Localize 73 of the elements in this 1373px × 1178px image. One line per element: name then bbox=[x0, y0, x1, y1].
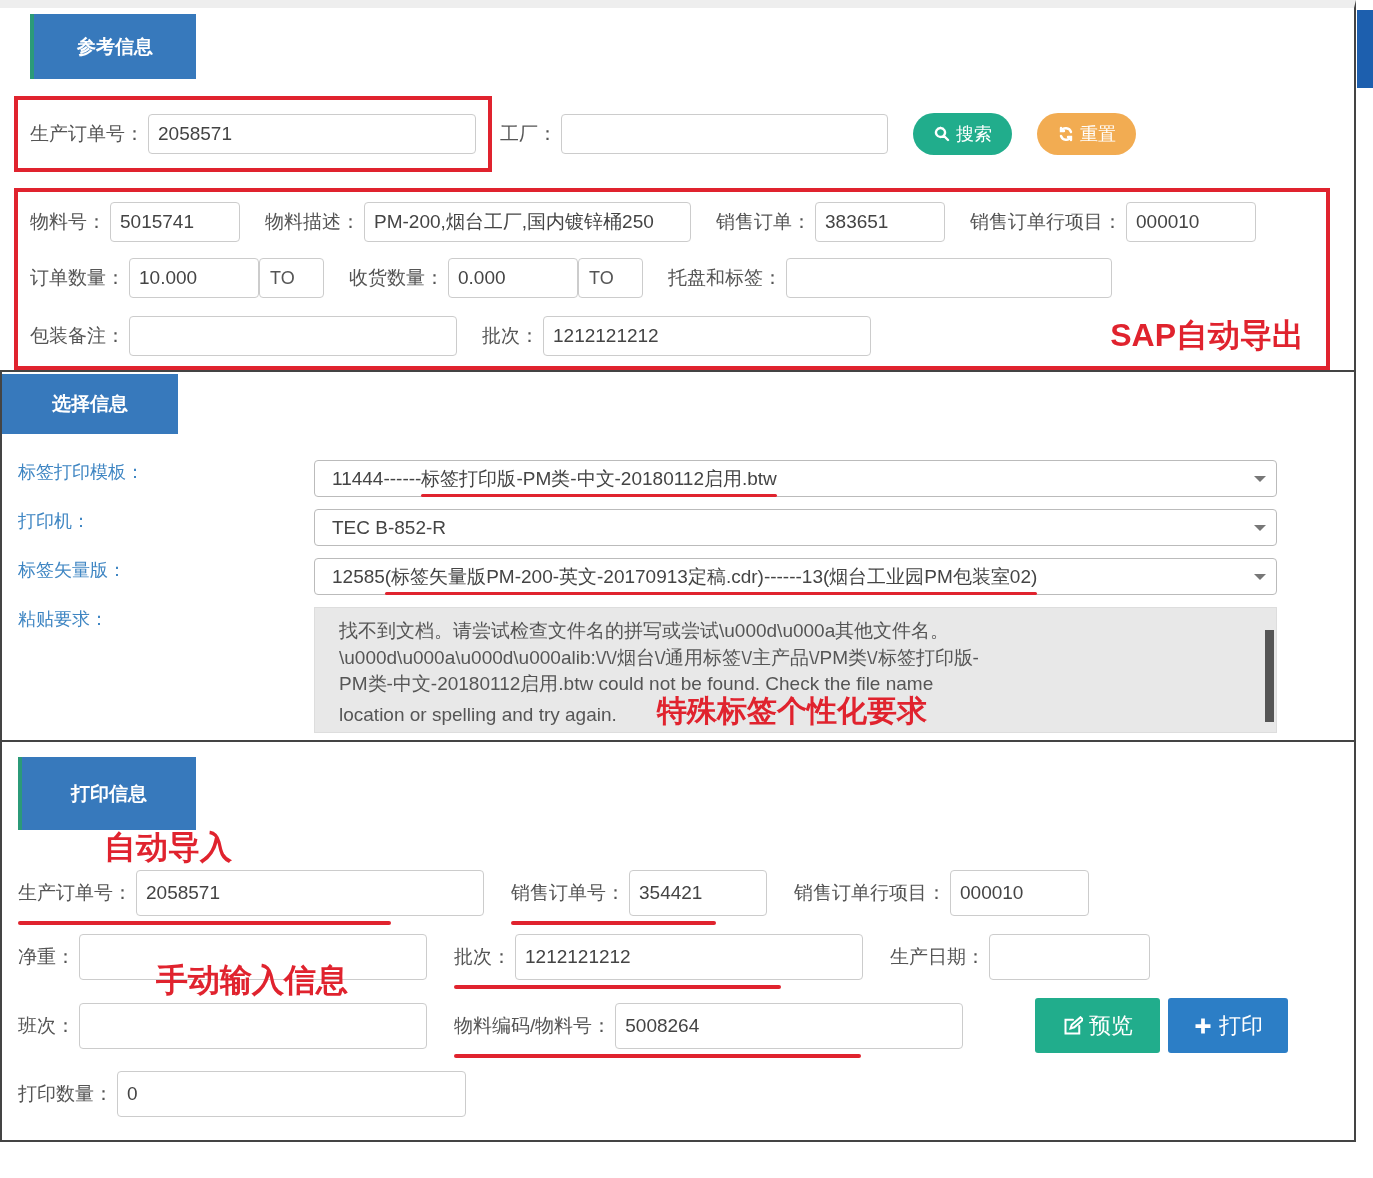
selected-value: 标签打印版-PM类-中文-20180112启用.btw bbox=[421, 467, 777, 489]
field-label: 收货数量： bbox=[349, 266, 445, 290]
text-field[interactable]: 000010 bbox=[950, 870, 1089, 916]
field-label: 生产日期： bbox=[890, 945, 986, 969]
text-line: 找不到文档。请尝试检查文件名的拼写或尝试\u000d\u000a其他文件名。 bbox=[339, 620, 950, 641]
text-line: \u000d\u000a\u000d\u000alib:\/\/烟台\/通用标签\/主产品\/PM类\/标签打印版- bbox=[339, 646, 979, 668]
text-field[interactable] bbox=[561, 114, 888, 154]
field-label: 工厂： bbox=[500, 122, 558, 146]
text-field[interactable] bbox=[79, 1002, 427, 1049]
text-field[interactable]: 0 bbox=[117, 1071, 466, 1117]
field-label: 物料号： bbox=[30, 210, 107, 234]
annotation-text: SAP自动导出 bbox=[1110, 316, 1304, 355]
unit-box: TO bbox=[578, 258, 643, 298]
text-area[interactable] bbox=[314, 607, 1277, 733]
caret-icon bbox=[1254, 573, 1266, 580]
field-label: 打印机： bbox=[18, 510, 91, 533]
field-label: 批次： bbox=[454, 945, 512, 969]
text-field[interactable]: 1212121212 bbox=[543, 316, 871, 356]
field-label: 批次： bbox=[482, 324, 540, 348]
field-label: 净重： bbox=[18, 945, 76, 969]
text-field[interactable]: 354421 bbox=[629, 870, 767, 916]
field-label: 销售订单号： bbox=[511, 881, 626, 905]
text-line: location or spelling and try again. bbox=[339, 703, 617, 725]
text-field[interactable]: 10.000 bbox=[129, 258, 259, 298]
search-icon bbox=[933, 126, 950, 142]
field-label: 销售订单行项目： bbox=[794, 881, 947, 905]
field-label: 托盘和标签： bbox=[668, 266, 783, 290]
text-field[interactable]: 5015741 bbox=[110, 202, 240, 242]
field-label: 销售订单行项目： bbox=[970, 210, 1123, 234]
text-field[interactable]: 2058571 bbox=[136, 870, 484, 916]
field-label: 订单数量： bbox=[30, 266, 126, 290]
scrollbar-thumb[interactable] bbox=[1265, 630, 1274, 722]
edit-icon bbox=[1062, 1015, 1083, 1036]
field-label: 标签矢量版： bbox=[18, 559, 127, 582]
dropdown[interactable]: 12585(标签矢量版PM-200-英文-20170913定稿.cdr)------13(烟台工业园PM包装室02) bbox=[314, 558, 1277, 595]
field-label: 物料编码/物料号： bbox=[454, 1013, 613, 1038]
field-label: 班次： bbox=[18, 1013, 76, 1038]
caret-icon bbox=[1254, 524, 1266, 531]
field-label: 打印数量： bbox=[18, 1082, 114, 1106]
print-button[interactable]: 打印 bbox=[1168, 998, 1289, 1053]
section-tab[interactable]: 参考信息 bbox=[30, 14, 196, 79]
dropdown[interactable]: TEC B-852-R bbox=[314, 509, 1277, 546]
field-label: 销售订单： bbox=[716, 210, 812, 234]
field-label: 标签打印模板： bbox=[18, 461, 145, 484]
unit-box: TO bbox=[259, 258, 324, 298]
selected-value: 11444------ bbox=[332, 467, 422, 489]
field-label: 物料描述： bbox=[265, 210, 361, 234]
text-field[interactable]: 000010 bbox=[1126, 202, 1256, 242]
text-line: PM类-中文-20180112启用.btw could not be found. Check the file name bbox=[339, 673, 934, 694]
text-field[interactable] bbox=[129, 316, 457, 356]
text-field[interactable]: 5008264 bbox=[615, 1002, 964, 1049]
caret-icon bbox=[1254, 475, 1266, 482]
dropdown[interactable]: 11444------标签打印版-PM类-中文-20180112启用.btw bbox=[314, 460, 1277, 497]
text-field[interactable]: 383651 bbox=[815, 202, 945, 242]
text-field[interactable] bbox=[786, 258, 1112, 298]
field-label: 生产订单号： bbox=[18, 881, 133, 905]
selected-value: TEC B-852-R bbox=[332, 516, 447, 538]
field-label: 包装备注： bbox=[30, 324, 126, 348]
selected-value: 12585 bbox=[332, 565, 385, 587]
selected-value: (标签矢量版PM-200-英文-20170913定稿.cdr)------13(烟台工业园PM包装室02) bbox=[384, 565, 1038, 587]
annotation-text: 手动输入信息 bbox=[156, 960, 348, 1000]
text-field[interactable]: PM-200,烟台工厂,国内镀锌桶250 bbox=[364, 202, 691, 242]
text-field[interactable]: 0.000 bbox=[448, 258, 578, 298]
annotation-text: 自动导入 bbox=[104, 828, 232, 867]
text-field[interactable]: 2058571 bbox=[148, 114, 476, 154]
text-field[interactable]: 1212121212 bbox=[515, 934, 863, 980]
text-field[interactable] bbox=[989, 934, 1150, 980]
section-tab[interactable]: 选择信息 bbox=[2, 374, 178, 434]
annotation-text: 特殊标签个性化要求 bbox=[656, 693, 927, 727]
section-tab[interactable]: 打印信息 bbox=[18, 757, 196, 830]
refresh-icon bbox=[1057, 126, 1074, 142]
field-label: 粘贴要求： bbox=[18, 608, 109, 631]
field-label: 生产订单号： bbox=[30, 122, 145, 146]
